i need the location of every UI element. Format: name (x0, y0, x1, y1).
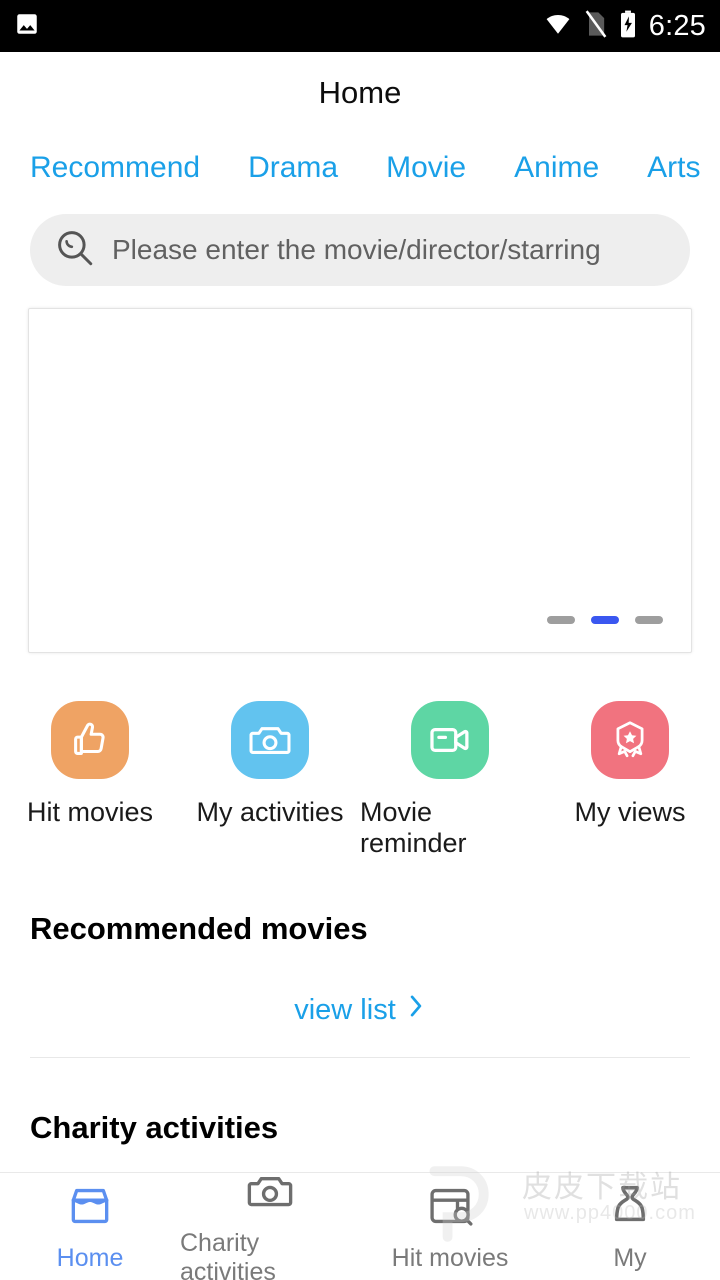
title-bar: Home (0, 52, 720, 134)
category-tabs[interactable]: Recommend Drama Movie Anime Arts (0, 134, 720, 202)
search-bar[interactable]: Please enter the movie/director/starring (30, 214, 690, 286)
person-icon (605, 1181, 655, 1236)
tab-recommend[interactable]: Recommend (30, 151, 200, 185)
window-search-icon (425, 1181, 475, 1236)
tab-arts[interactable]: Arts (647, 151, 700, 185)
image-icon (14, 11, 40, 42)
nav-item-home[interactable]: Home (0, 1181, 180, 1273)
nav-item-hit-movies[interactable]: Hit movies (360, 1181, 540, 1273)
tab-anime[interactable]: Anime (514, 151, 599, 185)
carousel-dot-3[interactable] (635, 616, 663, 624)
wifi-icon (543, 11, 573, 42)
recommended-movies-heading: Recommended movies (30, 911, 368, 946)
nav-label-my: My (613, 1243, 647, 1272)
quick-action-my-activities[interactable]: My activities (180, 701, 360, 859)
nav-label-hit-movies: Hit movies (391, 1243, 509, 1272)
battery-charging-icon (619, 10, 637, 43)
nav-label-home: Home (56, 1243, 124, 1272)
quick-action-label: Movie reminder (360, 797, 467, 858)
camera-icon (249, 727, 291, 754)
search-input[interactable]: Please enter the movie/director/starring (112, 234, 601, 266)
quick-action-label: My views (574, 797, 686, 827)
no-sim-icon (585, 9, 607, 43)
camera-icon (245, 1166, 295, 1221)
nav-item-charity-activities[interactable]: Charity activities (180, 1166, 360, 1280)
banner-carousel[interactable] (28, 308, 692, 653)
status-bar-left (14, 11, 40, 42)
quick-action-my-views[interactable]: My views (540, 701, 720, 859)
thumbs-up-icon-container (51, 701, 129, 779)
view-list-label: view list (294, 993, 396, 1026)
camera-icon-container (231, 701, 309, 779)
award-badge-icon-container (591, 701, 669, 779)
app-root: 6:25 Home Recommend Drama Movie Anime Ar… (0, 0, 720, 1280)
tab-drama[interactable]: Drama (248, 151, 338, 185)
banner-section (0, 286, 720, 653)
bottom-navigation: Home Charity activities Hit movies My (0, 1172, 720, 1280)
search-icon (54, 227, 96, 274)
view-list-row: view list (0, 947, 720, 1027)
award-badge-icon (616, 721, 644, 758)
status-bar: 6:25 (0, 0, 720, 52)
carousel-dot-2[interactable] (591, 616, 619, 624)
video-camera-icon-container (411, 701, 489, 779)
page-title: Home (318, 75, 402, 110)
view-list-button[interactable]: view list (294, 993, 426, 1027)
charity-activities-heading: Charity activities (30, 1110, 279, 1145)
quick-action-label: Hit movies (26, 797, 154, 827)
tab-movie[interactable]: Movie (386, 151, 466, 185)
search-section: Please enter the movie/director/starring (0, 202, 720, 286)
quick-actions: Hit movies My activities Movie reminder (0, 653, 720, 859)
status-bar-right: 6:25 (543, 9, 706, 43)
chevron-right-icon (406, 993, 426, 1027)
quick-action-label: My activities (196, 797, 344, 827)
carousel-dot-1[interactable] (547, 616, 575, 624)
quick-action-movie-reminder[interactable]: Movie reminder (360, 701, 540, 859)
store-icon (65, 1181, 115, 1236)
thumbs-up-icon (74, 722, 105, 755)
carousel-indicators[interactable] (547, 616, 663, 624)
quick-action-hit-movies[interactable]: Hit movies (0, 701, 180, 859)
status-bar-clock: 6:25 (648, 9, 706, 42)
video-camera-icon (430, 728, 469, 752)
nav-item-my[interactable]: My (540, 1181, 720, 1273)
nav-label-charity-activities: Charity activities (180, 1229, 276, 1280)
